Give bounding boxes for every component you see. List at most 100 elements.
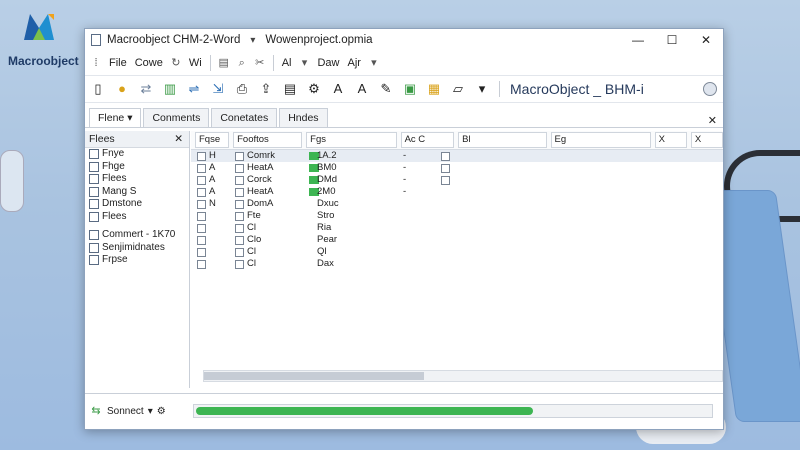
sidebar-item[interactable]: Flees — [85, 173, 189, 186]
chevron-down-icon[interactable]: ▾ — [127, 112, 132, 124]
row-icon — [197, 176, 206, 185]
menu-ajr[interactable]: Ajr — [345, 57, 362, 69]
row-checkbox[interactable] — [235, 200, 244, 209]
cell-name: Comrk — [247, 150, 275, 161]
help-icon[interactable] — [703, 82, 717, 96]
close-icon[interactable]: ✕ — [174, 131, 183, 147]
cell-flag: - — [403, 150, 407, 161]
font-size-icon[interactable]: A — [353, 80, 371, 98]
row-checkbox[interactable] — [235, 188, 244, 197]
column-header[interactable]: Eg — [550, 132, 651, 148]
chevron-down-icon[interactable]: ▾ — [148, 406, 153, 417]
close-button[interactable]: ✕ — [689, 29, 723, 51]
option-checkbox[interactable] — [441, 176, 450, 185]
sidebar-item[interactable]: Senjimidnates — [85, 242, 189, 255]
row-checkbox[interactable] — [235, 164, 244, 173]
font-icon[interactable]: A — [329, 80, 347, 98]
table-row[interactable]: A HeatA BM0 - — [191, 162, 723, 174]
cell-flag: - — [403, 186, 407, 197]
table-row[interactable]: A Corck DMd - — [191, 174, 723, 186]
menu-wi[interactable]: Wi — [187, 57, 204, 69]
upload-icon[interactable]: ⇪ — [257, 80, 275, 98]
new-document-icon[interactable]: ▯ — [89, 80, 107, 98]
table-row[interactable]: Cl Dax — [191, 258, 723, 270]
page-icon[interactable]: ▤ — [281, 80, 299, 98]
maximize-button[interactable]: ☐ — [655, 29, 689, 51]
sidebar-title: Flees — [89, 133, 115, 145]
title-dropdown-icon[interactable]: ▾ — [250, 35, 255, 46]
column-header[interactable]: Fgs — [306, 132, 397, 148]
menu-al[interactable]: Al — [280, 57, 294, 69]
column-header[interactable]: Bl — [458, 132, 547, 148]
chart-line-icon[interactable]: ▱ — [449, 80, 467, 98]
print-icon[interactable]: ⎙ — [233, 80, 251, 98]
chevron-down-icon[interactable]: ▾ — [297, 56, 311, 70]
tab-conetates[interactable]: Conetates — [211, 108, 278, 127]
table-row[interactable]: Clo Pear — [191, 234, 723, 246]
brush-icon[interactable]: ✎ — [377, 80, 395, 98]
cell-name: Fte — [247, 210, 261, 221]
table-row[interactable]: Fte Stro — [191, 210, 723, 222]
chevron-down-icon[interactable]: ▾ — [473, 80, 491, 98]
row-checkbox[interactable] — [235, 236, 244, 245]
column-header[interactable]: Fqse — [195, 132, 230, 148]
minimize-button[interactable]: — — [621, 29, 655, 51]
row-checkbox[interactable] — [235, 176, 244, 185]
scrollbar-thumb[interactable] — [204, 372, 424, 380]
horizontal-scrollbar[interactable] — [203, 370, 723, 382]
row-checkbox[interactable] — [235, 248, 244, 257]
compare-icon[interactable]: ⇄ — [137, 80, 155, 98]
row-checkbox[interactable] — [235, 224, 244, 233]
table-row[interactable]: A HeatA 2M0 - — [191, 186, 723, 198]
tab-flene[interactable]: Flene ▾ — [89, 108, 142, 127]
cell-value: 2M0 — [317, 186, 336, 197]
table-row[interactable]: H Comrk 1A.2 - — [191, 150, 723, 162]
tab-bar: Flene ▾ Conments Conetates Hndes ✕ — [85, 107, 723, 128]
ribbon-title: MacroObject _ BHM-i — [510, 81, 644, 97]
sidebar-item[interactable]: Frpse — [85, 254, 189, 267]
column-header[interactable]: Ac C — [400, 132, 455, 148]
sidebar-item[interactable]: Fnye — [85, 148, 189, 161]
menu-file[interactable]: File — [107, 57, 129, 69]
option-checkbox[interactable] — [441, 164, 450, 173]
document-icon[interactable]: ▤ — [217, 56, 231, 70]
table-row[interactable]: N DomA Dxuc — [191, 198, 723, 210]
sidebar-item[interactable]: Dmstone — [85, 198, 189, 211]
paste-icon[interactable]: ▣ — [401, 80, 419, 98]
search-icon[interactable]: ⌕ — [235, 56, 249, 70]
column-header[interactable]: X — [654, 132, 687, 148]
sidebar-item[interactable]: Mang S — [85, 186, 189, 199]
logo-mark-icon — [24, 14, 54, 40]
sidebar-item[interactable]: Flees — [85, 211, 189, 224]
column-header[interactable]: Fooftos — [233, 132, 303, 148]
column-header[interactable]: X — [690, 132, 723, 148]
menu-cowe[interactable]: Cowe — [133, 57, 165, 69]
convert-icon[interactable]: ⇌ — [185, 80, 203, 98]
image-icon[interactable]: ▦ — [425, 80, 443, 98]
chart-icon[interactable]: ▥ — [161, 80, 179, 98]
row-checkbox[interactable] — [235, 260, 244, 269]
cell-value: Stro — [317, 210, 335, 221]
option-checkbox[interactable] — [441, 152, 450, 161]
close-icon[interactable]: ✕ — [708, 114, 717, 127]
row-icon — [197, 236, 206, 245]
open-folder-icon[interactable]: ● — [113, 80, 131, 98]
grid-body: H Comrk 1A.2 - A HeatA BM0 - A Corck DMd - A HeatA 2M0… — [191, 150, 723, 270]
settings-icon[interactable]: ⚙ — [305, 80, 323, 98]
export-icon[interactable]: ⇲ — [209, 80, 227, 98]
tools-icon[interactable]: ✂ — [253, 56, 267, 70]
connect-control[interactable]: ⇆ Sonnect ▾ ⚙ — [85, 394, 193, 428]
table-row[interactable]: Cl Ria — [191, 222, 723, 234]
chevron-down-icon[interactable]: ▾ — [367, 56, 381, 70]
table-row[interactable]: Cl Ql — [191, 246, 723, 258]
menu-daw[interactable]: Daw — [315, 57, 341, 69]
refresh-icon[interactable]: ↻ — [169, 56, 183, 70]
settings-icon[interactable]: ⚙ — [157, 406, 166, 417]
row-checkbox[interactable] — [235, 152, 244, 161]
cell-type: A — [209, 186, 216, 197]
row-checkbox[interactable] — [235, 212, 244, 221]
sidebar-item[interactable]: Commert - 1K70 — [85, 229, 189, 242]
tab-hndes[interactable]: Hndes — [279, 108, 328, 127]
sidebar-item[interactable]: Fhge — [85, 161, 189, 174]
tab-comments[interactable]: Conments — [143, 108, 210, 127]
